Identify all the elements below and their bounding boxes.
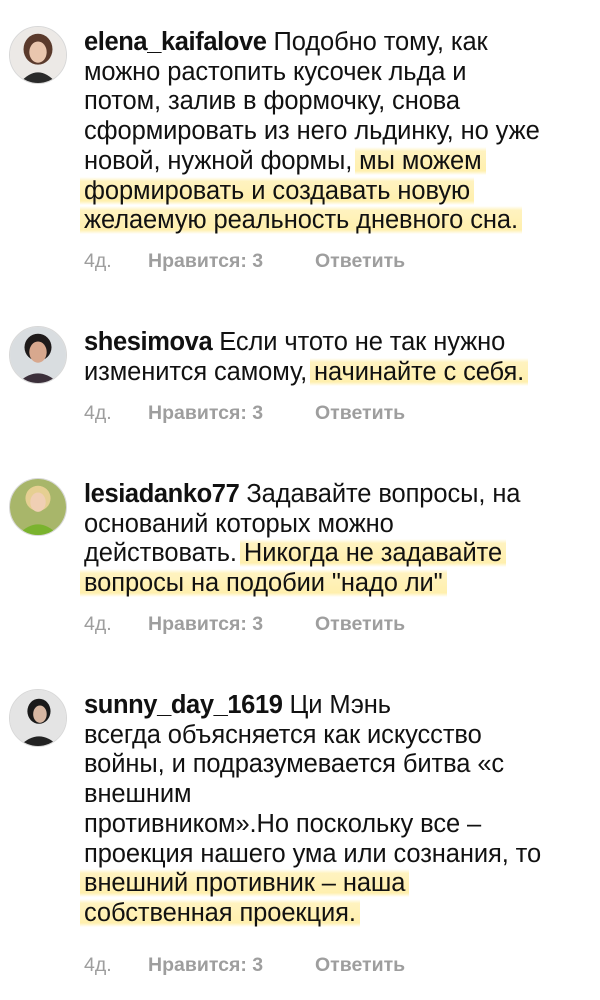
comment-text: lesiadanko77 Задавайте вопросы, на основ…	[80, 480, 584, 599]
highlight: начинайте с себя.	[310, 357, 529, 386]
comment-line: собственная проекция.	[80, 898, 584, 929]
comment-line: новой, нужной формы, мы можем	[84, 146, 584, 177]
comment-line: внешним	[84, 780, 192, 809]
highlight: вопросы на подобии "надо ли"	[80, 569, 447, 598]
avatar[interactable]	[9, 326, 67, 384]
comments-page: elena_kaifalove Подобно тому, как можно …	[0, 0, 600, 1000]
avatar[interactable]	[9, 26, 67, 84]
comment-line: вопросы на подобии "надо ли"	[80, 569, 584, 599]
likes-count[interactable]: Нравится: 3	[148, 401, 263, 425]
comment-text: shesimova Если чтото не так нужно измени…	[84, 328, 584, 387]
comment-line: сформировать из него льдинку, но уже	[84, 117, 540, 146]
timestamp: 4д.	[84, 613, 112, 635]
comment-line: противником».Но поскольку все –	[84, 809, 482, 838]
timestamp: 4д.	[84, 954, 112, 976]
user-avatar-icon	[10, 327, 66, 383]
username[interactable]: lesiadanko77	[84, 480, 240, 508]
likes-count[interactable]: Нравится: 3	[148, 953, 263, 977]
comment-text: sunny_day_1619 Ци Мэнь всегда объясняетс…	[80, 691, 584, 929]
avatar[interactable]	[9, 478, 67, 536]
comment-line: sunny_day_1619 Ци Мэнь	[84, 691, 391, 719]
comment-line: lesiadanko77 Задавайте вопросы, на	[84, 480, 521, 508]
highlight: желаемую реальность дневного сна.	[80, 206, 522, 235]
user-avatar-icon	[10, 690, 66, 746]
reply-button[interactable]: Ответить	[315, 249, 405, 273]
highlight: мы можем	[355, 146, 486, 175]
comment-line: потом, залив в формочку, снова	[84, 87, 461, 116]
reply-button[interactable]: Ответить	[315, 612, 405, 636]
comment-line: оснований которых можно	[84, 509, 394, 538]
user-avatar-icon	[10, 479, 66, 535]
comment-line: проекция нашего ума или сознания, то	[84, 839, 542, 868]
highlight: внешний противник – наша	[80, 869, 410, 898]
username[interactable]: shesimova	[84, 328, 213, 356]
username[interactable]: sunny_day_1619	[84, 691, 283, 719]
highlight: формировать и создавать новую	[80, 176, 475, 205]
highlight: собственная проекция.	[80, 898, 360, 927]
likes-count[interactable]: Нравится: 3	[148, 249, 263, 273]
timestamp: 4д.	[84, 402, 112, 424]
comment-line: желаемую реальность дневного сна.	[80, 206, 584, 236]
user-avatar-icon	[10, 27, 66, 83]
reply-button[interactable]: Ответить	[315, 401, 405, 425]
comment-line: войны, и подразумевается битва «с	[84, 750, 505, 779]
comment-line: всегда объясняется как искусство	[84, 720, 482, 749]
comment-line: можно растопить кусочек льда и	[84, 57, 467, 86]
likes-count[interactable]: Нравится: 3	[148, 612, 263, 636]
comment-line: shesimova Если чтото не так нужно	[84, 328, 506, 356]
comment-line: изменится самому, начинайте с себя.	[84, 357, 584, 388]
username[interactable]: elena_kaifalove	[84, 28, 267, 56]
comment-line: внешний противник – наша	[80, 869, 584, 899]
comment-line: формировать и создавать новую	[80, 176, 584, 207]
comment-text: elena_kaifalove Подобно тому, как можно …	[80, 28, 584, 236]
comment-line: elena_kaifalove Подобно тому, как	[84, 28, 488, 56]
reply-button[interactable]: Ответить	[315, 953, 405, 977]
avatar[interactable]	[9, 689, 67, 747]
highlight: Никогда не задавайте	[239, 539, 507, 568]
timestamp: 4д.	[84, 250, 112, 272]
comment-line: действовать. Никогда не задавайте	[84, 539, 584, 569]
